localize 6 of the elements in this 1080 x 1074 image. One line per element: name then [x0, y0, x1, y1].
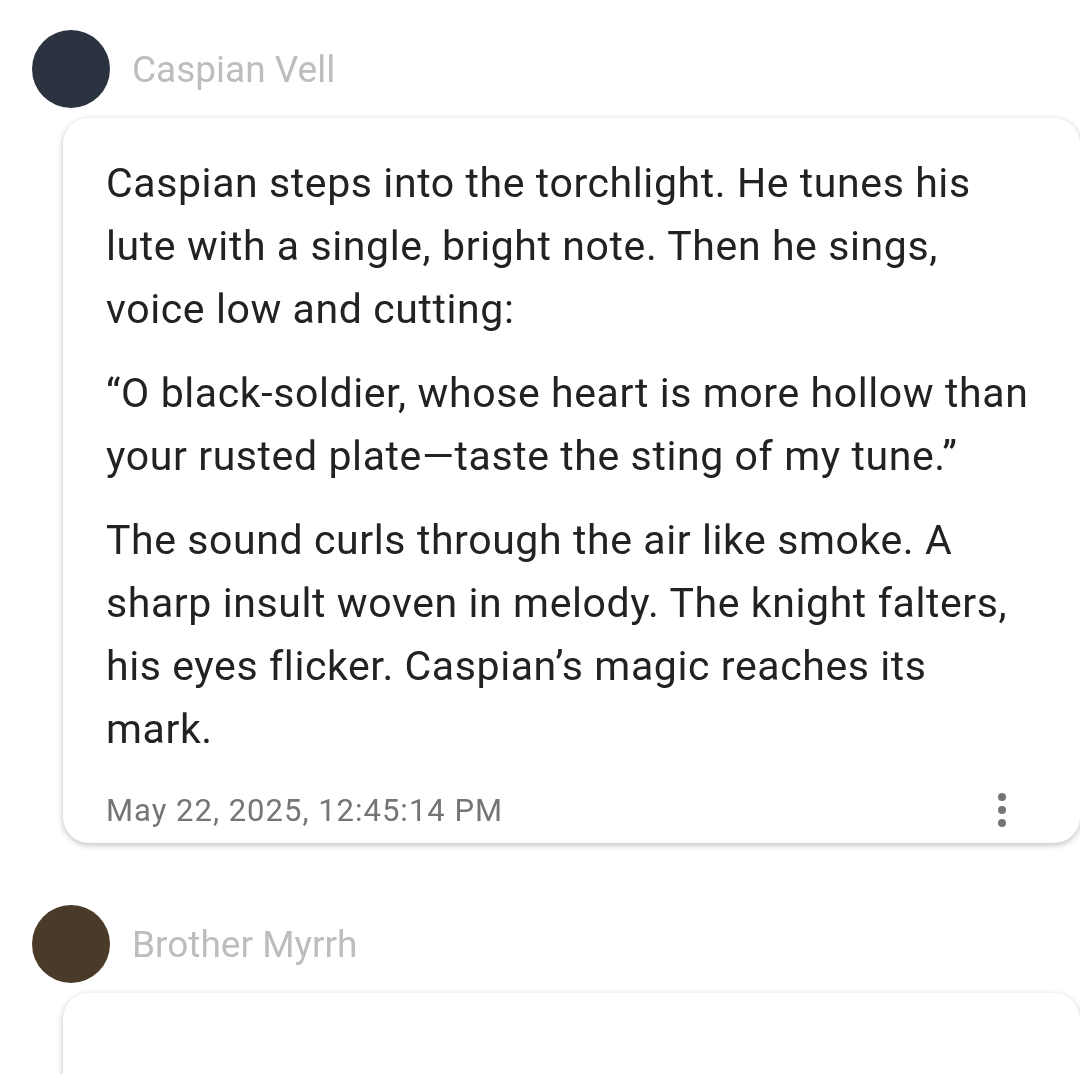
author-name: Caspian Vell	[132, 47, 336, 91]
author-name: Brother Myrrh	[132, 922, 358, 966]
timestamp: May 22, 2025, 12:45:14 PM	[106, 791, 504, 829]
message-text: “O black-soldier, whose heart is more hollow than your rusted plate—taste the sting of my tune.”	[106, 368, 1030, 482]
message-text: The sound curls through the air like smoke. A sharp insult woven in melody. The knight falters, his eyes flicker. Caspian’s magic reaches its mark.	[106, 515, 1009, 755]
message-text: Caspian steps into the torchlight. He tunes his lute with a single, bright note. Then he sings, voice low and cutting:	[106, 158, 972, 335]
